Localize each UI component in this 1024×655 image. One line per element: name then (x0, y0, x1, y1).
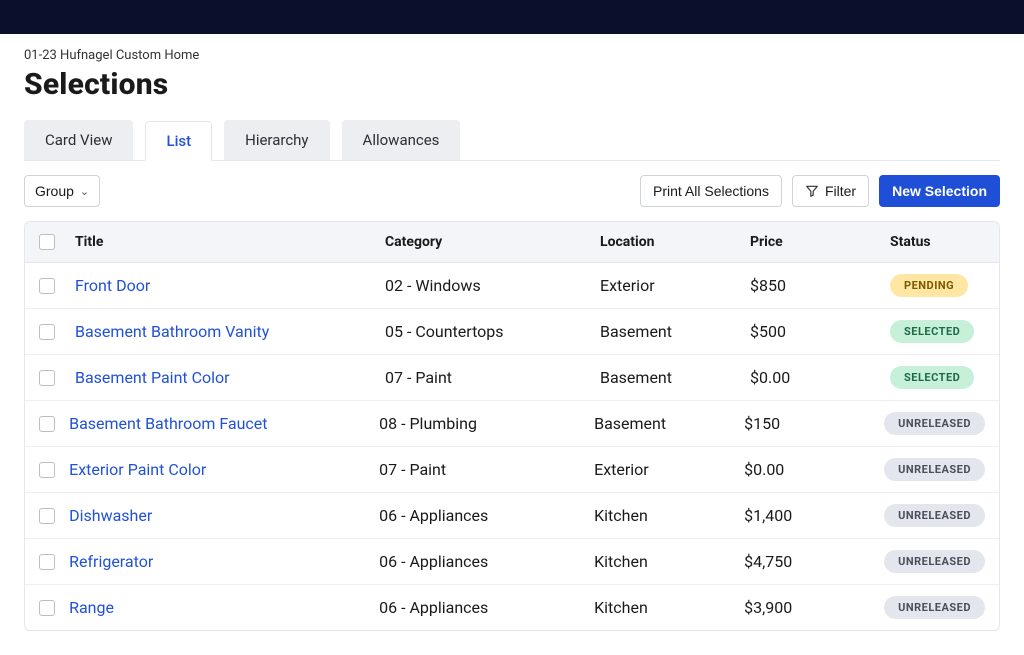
filter-button[interactable]: Filter (792, 175, 869, 207)
row-title-link[interactable]: Basement Bathroom Vanity (75, 322, 269, 341)
breadcrumb[interactable]: 01-23 Hufnagel Custom Home (24, 48, 1000, 63)
selections-table: Title Category Location Price Status Fro… (24, 221, 1000, 631)
print-all-button[interactable]: Print All Selections (640, 175, 782, 207)
row-price: $0.00 (744, 460, 884, 479)
row-category: 08 - Plumbing (379, 414, 594, 433)
tab-hierarchy[interactable]: Hierarchy (224, 120, 329, 160)
row-checkbox[interactable] (39, 508, 55, 524)
row-price: $1,400 (744, 506, 884, 525)
row-title-link[interactable]: Front Door (75, 276, 150, 295)
row-location: Basement (594, 414, 744, 433)
col-header-status[interactable]: Status (890, 234, 985, 250)
row-location: Exterior (600, 276, 750, 295)
row-title-link[interactable]: Refrigerator (69, 552, 153, 571)
row-checkbox[interactable] (39, 462, 55, 478)
status-badge: UNRELEASED (884, 504, 985, 527)
row-price: $150 (744, 414, 884, 433)
row-checkbox[interactable] (39, 370, 55, 386)
row-category: 05 - Countertops (385, 322, 600, 341)
view-tabs: Card View List Hierarchy Allowances (24, 120, 1000, 161)
table-row: Refrigerator 06 - AppliancesKitchen$4,750… (25, 539, 999, 585)
select-all-checkbox[interactable] (39, 234, 55, 250)
group-label: Group (35, 183, 74, 199)
filter-label: Filter (825, 183, 856, 199)
row-location: Basement (600, 322, 750, 341)
row-title-link[interactable]: Basement Bathroom Faucet (69, 414, 267, 433)
status-badge: UNRELEASED (884, 412, 985, 435)
table-row: Exterior Paint Color 07 - PaintExterior$0… (25, 447, 999, 493)
print-label: Print All Selections (653, 183, 769, 199)
row-category: 07 - Paint (385, 368, 600, 387)
row-price: $3,900 (744, 598, 884, 617)
status-badge: UNRELEASED (884, 458, 985, 481)
row-price: $4,750 (744, 552, 884, 571)
toolbar: Group ⌄ Print All Selections Filter New … (0, 161, 1024, 221)
row-category: 02 - Windows (385, 276, 600, 295)
row-title-link[interactable]: Exterior Paint Color (69, 460, 206, 479)
col-header-location[interactable]: Location (600, 234, 750, 250)
row-location: Basement (600, 368, 750, 387)
row-category: 06 - Appliances (379, 506, 594, 525)
row-price: $0.00 (750, 368, 890, 387)
row-checkbox[interactable] (39, 278, 55, 294)
status-badge: SELECTED (890, 320, 974, 343)
row-location: Kitchen (594, 552, 744, 571)
status-badge: SELECTED (890, 366, 974, 389)
row-checkbox[interactable] (39, 554, 55, 570)
row-category: 06 - Appliances (379, 552, 594, 571)
row-category: 07 - Paint (379, 460, 594, 479)
filter-icon (805, 184, 819, 198)
row-price: $850 (750, 276, 890, 295)
table-row: Front Door 02 - WindowsExterior$850PENDIN… (25, 263, 999, 309)
row-title-link[interactable]: Dishwasher (69, 506, 152, 525)
chevron-down-icon: ⌄ (80, 185, 89, 198)
row-checkbox[interactable] (39, 600, 55, 616)
page-title: Selections (24, 67, 1000, 102)
table-header: Title Category Location Price Status (25, 222, 999, 263)
new-selection-button[interactable]: New Selection (879, 175, 1000, 207)
table-row: Range 06 - AppliancesKitchen$3,900UNRELEA… (25, 585, 999, 630)
status-badge: PENDING (890, 274, 968, 297)
new-selection-label: New Selection (892, 183, 987, 199)
table-row: Basement Bathroom Vanity 05 - Countertops… (25, 309, 999, 355)
row-checkbox[interactable] (39, 416, 55, 432)
table-row: Basement Paint Color 07 - PaintBasement$0… (25, 355, 999, 401)
tab-list[interactable]: List (145, 121, 212, 161)
col-header-title[interactable]: Title (75, 234, 385, 250)
col-header-category[interactable]: Category (385, 234, 600, 250)
row-checkbox[interactable] (39, 324, 55, 340)
table-row: Basement Bathroom Faucet 08 - PlumbingBas… (25, 401, 999, 447)
row-price: $500 (750, 322, 890, 341)
status-badge: UNRELEASED (884, 550, 985, 573)
table-row: Dishwasher 06 - AppliancesKitchen$1,400UN… (25, 493, 999, 539)
row-category: 06 - Appliances (379, 598, 594, 617)
row-title-link[interactable]: Basement Paint Color (75, 368, 230, 387)
app-topbar (0, 0, 1024, 34)
col-header-price[interactable]: Price (750, 234, 890, 250)
row-location: Kitchen (594, 598, 744, 617)
tab-allowances[interactable]: Allowances (342, 120, 461, 160)
row-location: Kitchen (594, 506, 744, 525)
row-title-link[interactable]: Range (69, 598, 114, 617)
status-badge: UNRELEASED (884, 596, 985, 619)
row-location: Exterior (594, 460, 744, 479)
tab-card-view[interactable]: Card View (24, 120, 133, 160)
group-dropdown[interactable]: Group ⌄ (24, 175, 100, 207)
